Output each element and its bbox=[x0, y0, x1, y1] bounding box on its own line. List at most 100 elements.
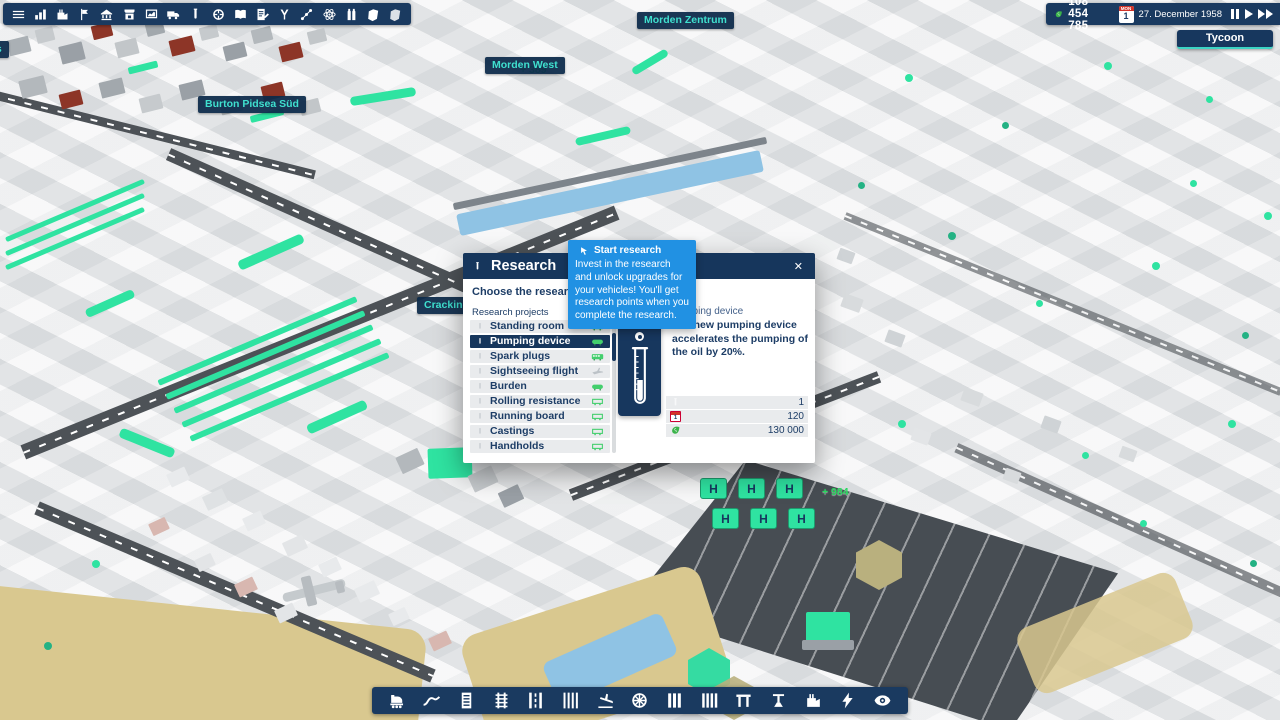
city-label[interactable]: Morden West bbox=[485, 57, 565, 74]
map-decoration bbox=[453, 137, 767, 210]
research-project-row[interactable]: Spark plugs bbox=[470, 350, 610, 363]
map-decoration bbox=[1250, 560, 1257, 567]
money-icon bbox=[670, 425, 681, 436]
map-decoration bbox=[1002, 122, 1009, 129]
atom-icon[interactable] bbox=[322, 7, 337, 22]
research-icon bbox=[476, 411, 484, 422]
research-project-row[interactable]: Sightseeing flight bbox=[470, 365, 610, 378]
city-label[interactable]: ls bbox=[0, 41, 9, 58]
list-scrollbar[interactable] bbox=[612, 320, 616, 453]
tooltip-header: Start research bbox=[579, 245, 689, 256]
research-project-row[interactable]: Running board bbox=[470, 410, 610, 423]
bank-icon[interactable] bbox=[99, 7, 114, 22]
pause-button[interactable] bbox=[1230, 9, 1240, 19]
map-decoration bbox=[1190, 180, 1197, 187]
industry-icon[interactable] bbox=[804, 691, 823, 710]
map-decoration bbox=[1140, 520, 1147, 527]
map-decoration bbox=[199, 24, 220, 41]
map-decoration bbox=[148, 517, 170, 536]
road-icon[interactable] bbox=[526, 691, 545, 710]
map-decoration bbox=[631, 48, 669, 75]
harbor-icon[interactable] bbox=[630, 691, 649, 710]
fast-forward-button[interactable] bbox=[1258, 9, 1274, 19]
map-decoration bbox=[802, 640, 854, 650]
airfield-tarmac bbox=[628, 460, 1118, 720]
network-icon[interactable] bbox=[299, 7, 314, 22]
shop-icon[interactable] bbox=[122, 7, 137, 22]
industry-icon[interactable] bbox=[55, 7, 70, 22]
rail-track-icon[interactable] bbox=[492, 691, 511, 710]
visibility-icon[interactable] bbox=[873, 691, 892, 710]
play-button[interactable] bbox=[1245, 9, 1253, 19]
research-project-row[interactable]: Rolling resistance bbox=[470, 395, 610, 408]
tooltip-title: Start research bbox=[594, 245, 661, 256]
top-toolbar bbox=[3, 3, 411, 25]
research-icon bbox=[472, 258, 483, 275]
research-icon bbox=[476, 441, 484, 452]
map-decoration bbox=[58, 41, 86, 64]
map-icon[interactable] bbox=[366, 7, 381, 22]
stat-value: 1 bbox=[798, 397, 804, 408]
truck-icon[interactable] bbox=[166, 7, 181, 22]
map-decoration bbox=[905, 74, 913, 82]
research-point-icon bbox=[635, 332, 644, 341]
statistics-icon[interactable] bbox=[33, 7, 48, 22]
platforms-three-icon[interactable] bbox=[665, 691, 684, 710]
research-project-row[interactable]: Castings bbox=[470, 425, 610, 438]
dialog-title: Research bbox=[491, 258, 556, 274]
helipad: H bbox=[712, 508, 739, 529]
bridge-icon[interactable] bbox=[734, 691, 753, 710]
map-decoration bbox=[128, 60, 159, 74]
rail-curve-icon[interactable] bbox=[422, 691, 441, 710]
research-project-row[interactable]: Burden bbox=[470, 380, 610, 393]
airport-icon[interactable] bbox=[596, 691, 615, 710]
electricity-icon[interactable] bbox=[838, 691, 857, 710]
tank-wagon-icon bbox=[589, 380, 606, 393]
map-decoration bbox=[5, 179, 145, 242]
map-decoration bbox=[173, 324, 373, 414]
lines-four-icon[interactable] bbox=[561, 691, 580, 710]
stat-row: 1120 bbox=[666, 410, 808, 423]
notes-icon[interactable] bbox=[255, 7, 270, 22]
menu-icon[interactable] bbox=[11, 7, 26, 22]
book-icon[interactable] bbox=[233, 7, 248, 22]
water-tower-icon[interactable] bbox=[769, 691, 788, 710]
city-label[interactable]: Morden Zentrum bbox=[637, 12, 734, 29]
research-icon[interactable] bbox=[188, 7, 203, 22]
map-decoration bbox=[98, 77, 125, 98]
locate-icon[interactable] bbox=[211, 7, 226, 22]
map-decoration bbox=[223, 42, 248, 62]
bottom-toolbar bbox=[372, 687, 908, 714]
map-decoration bbox=[242, 510, 266, 531]
game-viewport[interactable]: HHHHHH Morden ZentrumMorden WestBurton P… bbox=[0, 0, 1280, 720]
map-decoration bbox=[181, 338, 381, 428]
chart-icon[interactable] bbox=[144, 7, 159, 22]
city-label[interactable]: Burton Pidsea Süd bbox=[198, 96, 306, 113]
research-icon bbox=[476, 321, 484, 332]
bottles-icon[interactable] bbox=[344, 7, 359, 22]
list-header: Research projects bbox=[472, 307, 549, 318]
stat-row: 1 bbox=[666, 396, 808, 409]
tycoon-button[interactable]: Tycoon bbox=[1177, 30, 1273, 49]
scrollbar-thumb[interactable] bbox=[612, 333, 616, 361]
research-icon bbox=[476, 336, 484, 347]
project-stats: 11120130 000 bbox=[666, 396, 808, 438]
map-decoration bbox=[139, 94, 164, 114]
map-alt-icon[interactable] bbox=[388, 7, 403, 22]
map-decoration bbox=[428, 630, 452, 651]
train-icon[interactable] bbox=[388, 691, 407, 710]
flag-icon[interactable] bbox=[77, 7, 92, 22]
map-decoration bbox=[858, 182, 865, 189]
date-display: 27. December 1958 bbox=[1139, 9, 1222, 20]
test-tube-graphic bbox=[623, 344, 657, 416]
income-popup: + 984 bbox=[822, 486, 849, 498]
station-icon[interactable] bbox=[457, 691, 476, 710]
research-icon bbox=[476, 366, 484, 377]
research-project-row[interactable]: Handholds bbox=[470, 440, 610, 453]
close-button[interactable]: ✕ bbox=[791, 258, 806, 275]
map-decoration bbox=[168, 35, 195, 56]
platforms-four-icon[interactable] bbox=[700, 691, 719, 710]
divining-rod-icon[interactable] bbox=[277, 7, 292, 22]
project-label: Spark plugs bbox=[490, 351, 589, 362]
research-project-row[interactable]: Pumping device bbox=[470, 335, 610, 348]
